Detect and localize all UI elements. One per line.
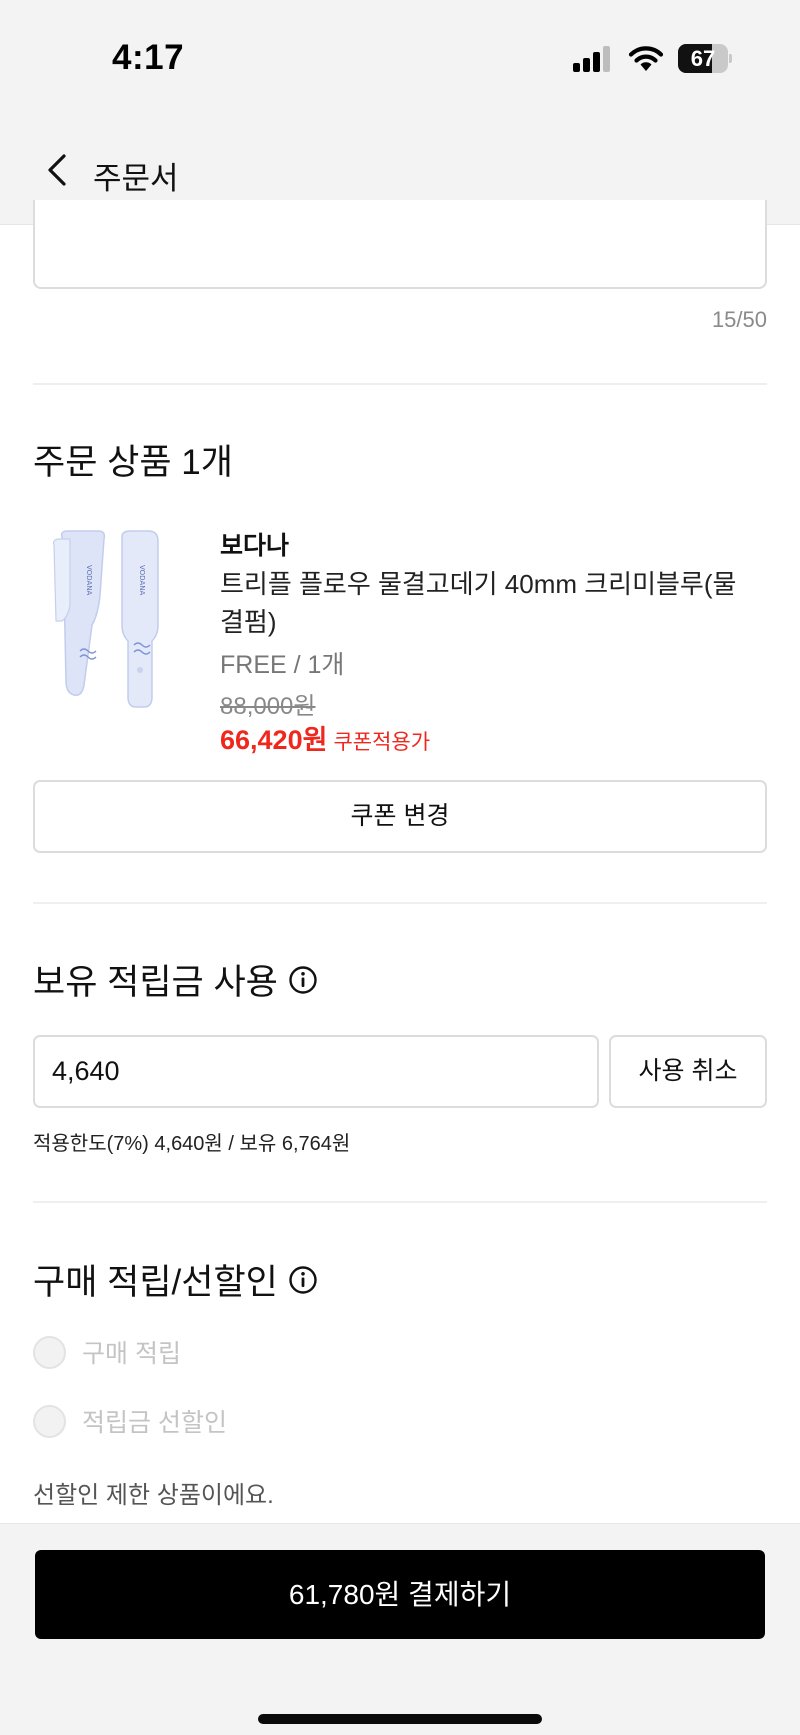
product-sale-row: 66,420원 쿠폰적용가 bbox=[220, 718, 430, 757]
order-items-title: 주문 상품 1개 bbox=[33, 434, 233, 485]
points-limit-text: 적용한도(7%) 4,640원 / 보유 6,764원 bbox=[33, 1133, 351, 1155]
home-indicator bbox=[258, 1714, 542, 1724]
divider bbox=[33, 383, 767, 385]
svg-text:VODANA: VODANA bbox=[138, 565, 146, 595]
radio-button[interactable] bbox=[33, 1335, 66, 1369]
coupon-note: 쿠폰적용가 bbox=[333, 731, 431, 754]
radio-label: 적립금 선할인 bbox=[82, 1409, 227, 1437]
delivery-memo-field[interactable] bbox=[33, 200, 767, 289]
product-image: VODANA VODANA bbox=[40, 525, 180, 715]
checkout-bar: 61,780원 결제하기 bbox=[0, 1523, 800, 1735]
radio-points-prediscount[interactable]: 적립금 선할인 bbox=[33, 1403, 227, 1439]
reward-title: 구매 적립/선할인 bbox=[33, 1254, 318, 1305]
radio-button[interactable] bbox=[33, 1404, 66, 1438]
status-time: 4:17 bbox=[112, 38, 185, 77]
order-items-title-text: 주문 상품 1개 bbox=[33, 443, 233, 482]
info-icon[interactable] bbox=[288, 965, 318, 995]
battery-icon: 67 bbox=[678, 44, 732, 73]
points-title-text: 보유 적립금 사용 bbox=[33, 963, 278, 1002]
radio-purchase-reward[interactable]: 구매 적립 bbox=[33, 1334, 181, 1370]
product-name: 트리플 플로우 물결고데기 40mm 크리미블루(물결펌) bbox=[220, 569, 737, 637]
chevron-left-icon[interactable] bbox=[40, 150, 76, 190]
points-title: 보유 적립금 사용 bbox=[33, 954, 318, 1005]
product-option: FREE / 1개 bbox=[220, 651, 345, 679]
reward-title-text: 구매 적립/선할인 bbox=[33, 1263, 278, 1302]
radio-label: 구매 적립 bbox=[82, 1340, 181, 1368]
cancel-use-button[interactable]: 사용 취소 bbox=[609, 1035, 767, 1108]
divider bbox=[33, 902, 767, 904]
product-brand: 보다나 bbox=[220, 532, 290, 560]
page-title: 주문서 bbox=[93, 161, 179, 196]
product-sale-price: 66,420원 bbox=[220, 725, 328, 755]
wifi-icon bbox=[628, 46, 664, 71]
points-input[interactable]: 4,640 bbox=[33, 1035, 599, 1108]
info-icon[interactable] bbox=[288, 1265, 318, 1295]
product-original-price: 88,000원 bbox=[220, 693, 316, 720]
divider bbox=[33, 1201, 767, 1203]
pay-button[interactable]: 61,780원 결제하기 bbox=[35, 1550, 765, 1639]
signal-icon bbox=[573, 46, 610, 72]
prediscount-notice: 선할인 제한 상품이에요. bbox=[33, 1482, 274, 1509]
battery-level: 67 bbox=[690, 46, 716, 71]
product-logo-text: VODANA bbox=[85, 565, 93, 595]
status-bar: 4:17 67 bbox=[0, 0, 800, 115]
memo-char-count: 15/50 bbox=[711, 307, 767, 332]
change-coupon-button[interactable]: 쿠폰 변경 bbox=[33, 780, 767, 853]
